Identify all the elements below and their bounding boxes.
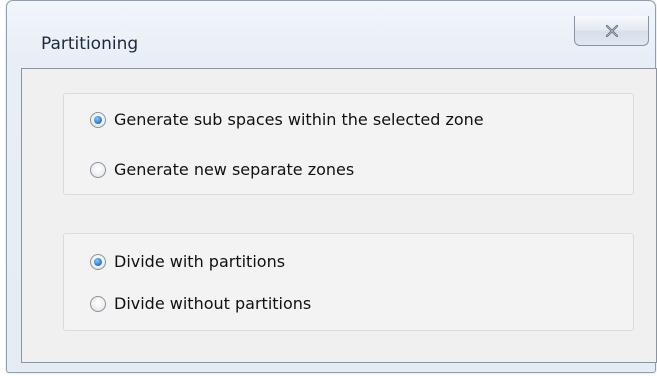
- radio-label: Generate new separate zones: [114, 160, 355, 179]
- radio-label: Generate sub spaces within the selected …: [114, 110, 484, 129]
- dialog-window: Partitioning Generate sub spaces within …: [6, 0, 657, 373]
- close-icon: [605, 24, 618, 37]
- radio-divide-without-partitions[interactable]: Divide without partitions: [90, 295, 311, 313]
- zone-mode-group: [63, 93, 634, 195]
- window-title: Partitioning: [41, 34, 139, 54]
- radio-button[interactable]: [90, 296, 106, 312]
- radio-divide-with-partitions[interactable]: Divide with partitions: [90, 253, 285, 271]
- radio-generate-sub-spaces[interactable]: Generate sub spaces within the selected …: [90, 111, 484, 129]
- screenshot-stage: Partitioning Generate sub spaces within …: [0, 0, 657, 376]
- radio-button[interactable]: [90, 162, 106, 178]
- divide-mode-group: [63, 233, 634, 331]
- radio-generate-new-zones[interactable]: Generate new separate zones: [90, 161, 354, 179]
- radio-label: Divide with partitions: [114, 252, 286, 271]
- radio-button-checked[interactable]: [90, 254, 106, 270]
- close-button[interactable]: [574, 16, 649, 46]
- dialog-client-area: Generate sub spaces within the selected …: [21, 68, 657, 363]
- radio-label: Divide without partitions: [114, 294, 312, 313]
- radio-button-checked[interactable]: [90, 112, 106, 128]
